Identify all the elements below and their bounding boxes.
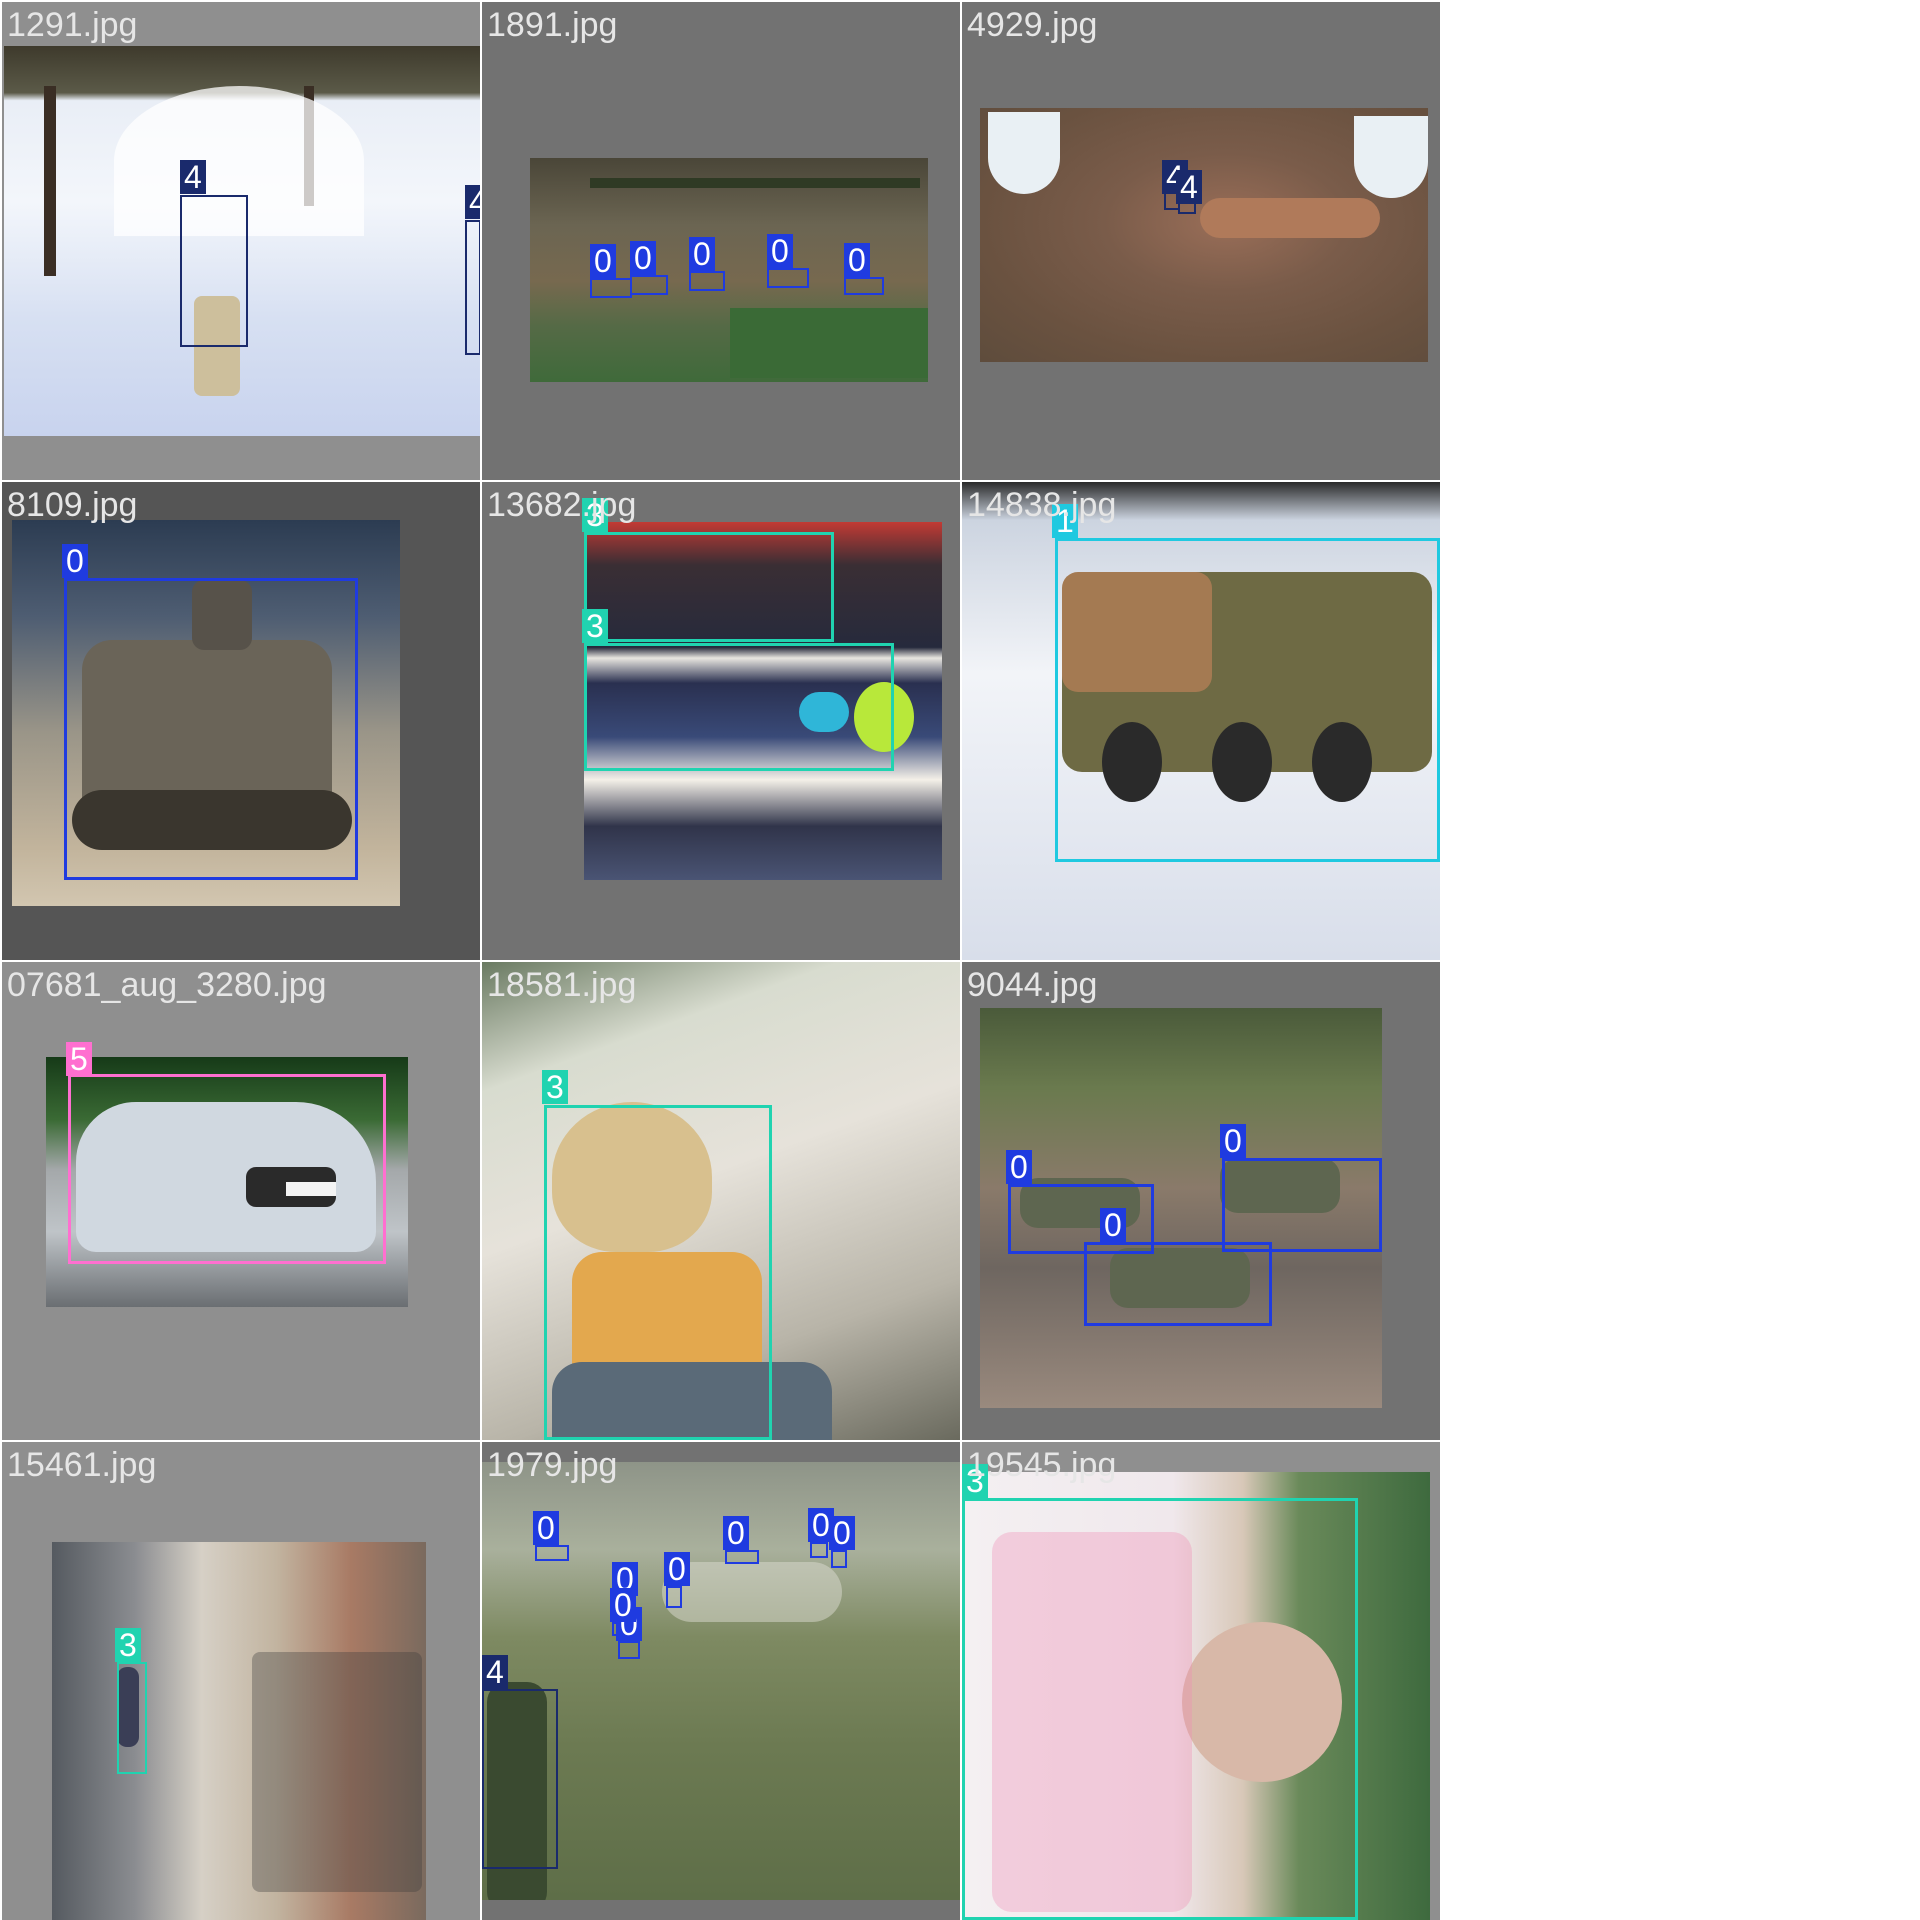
class-label: 0 <box>829 1516 855 1550</box>
mosaic-grid: 4 4 1291.jpg 0 0 0 0 0 1891.jpg 4 4 4929.jpg 0 8109.j… <box>0 0 1920 1920</box>
tile-filename: 1891.jpg <box>487 6 618 44</box>
bounding-box <box>1055 538 1440 862</box>
class-label: 3 <box>582 609 608 643</box>
class-label: 0 <box>533 1511 559 1545</box>
bounding-box <box>64 578 358 880</box>
image-shape <box>1354 116 1428 198</box>
mosaic-tile: 3 18581.jpg <box>482 962 960 1440</box>
bounding-box <box>831 1550 847 1568</box>
class-label: 3 <box>115 1628 141 1662</box>
bounding-box <box>725 1550 759 1564</box>
mosaic-tile: 3 3 13682.jpg <box>482 482 960 960</box>
bounding-box <box>180 195 248 347</box>
bounding-box <box>618 1641 640 1659</box>
tile-filename: 1291.jpg <box>7 6 138 44</box>
bounding-box <box>844 277 884 295</box>
tile-filename: 15461.jpg <box>7 1446 157 1484</box>
tile-image-aerial-emblems <box>980 108 1428 362</box>
class-label: 0 <box>1220 1124 1246 1158</box>
class-label: 0 <box>844 243 870 277</box>
tile-filename: 4929.jpg <box>967 6 1098 44</box>
bounding-box <box>666 1586 682 1608</box>
bounding-box <box>810 1542 828 1558</box>
bounding-box <box>465 220 480 355</box>
image-shape <box>590 178 920 188</box>
class-label: 0 <box>590 244 616 278</box>
mosaic-tile: 4 4 1291.jpg <box>2 2 480 480</box>
class-label: 3 <box>542 1070 568 1104</box>
class-label: 0 <box>767 234 793 268</box>
tile-filename: 9044.jpg <box>967 966 1098 1004</box>
class-label: 0 <box>689 237 715 271</box>
mosaic-tile: 5 07681_aug_3280.jpg <box>2 962 480 1440</box>
bounding-box <box>630 275 668 295</box>
class-label: 0 <box>62 544 88 578</box>
tile-filename: 07681_aug_3280.jpg <box>7 966 327 1004</box>
bounding-box <box>689 271 725 291</box>
class-label: 0 <box>1006 1150 1032 1184</box>
class-label: 4 <box>465 185 480 219</box>
bounding-box <box>68 1074 386 1264</box>
class-label: 0 <box>610 1588 636 1622</box>
class-label: 0 <box>630 241 656 275</box>
class-label: 0 <box>723 1516 749 1550</box>
mosaic-tile: 0 0 0 0 0 1891.jpg <box>482 2 960 480</box>
image-shape <box>1200 198 1380 238</box>
bounding-box <box>535 1545 569 1561</box>
image-shape <box>730 308 928 378</box>
class-label: 4 <box>180 160 206 194</box>
tile-filename: 14838.jpg <box>967 486 1117 524</box>
tile-filename: 1979.jpg <box>487 1446 618 1484</box>
mosaic-tile: 3 19545.jpg <box>962 1442 1440 1920</box>
bounding-box <box>584 643 894 771</box>
tile-image-alley-person <box>52 1542 426 1920</box>
mosaic-tile: 1 14838.jpg <box>962 482 1440 960</box>
bounding-box <box>482 1689 558 1869</box>
mosaic-tile: 4 4 4929.jpg <box>962 2 1440 480</box>
class-label: 0 <box>1100 1208 1126 1242</box>
image-shape <box>988 112 1060 194</box>
tile-filename: 13682.jpg <box>487 486 637 524</box>
class-label: 5 <box>66 1042 92 1076</box>
mosaic-tile: 0 0 0 9044.jpg <box>962 962 1440 1440</box>
class-label: 0 <box>664 1552 690 1586</box>
bounding-box <box>584 532 834 642</box>
bounding-box <box>1084 1242 1272 1326</box>
image-shape <box>252 1652 422 1892</box>
tile-filename: 19545.jpg <box>967 1446 1117 1484</box>
mosaic-tile: 3 15461.jpg <box>2 1442 480 1920</box>
mosaic-tile: 0 8109.jpg <box>2 482 480 960</box>
class-label: 4 <box>482 1655 508 1689</box>
bounding-box <box>1222 1158 1382 1252</box>
image-shape <box>44 86 56 276</box>
bounding-box <box>962 1498 1358 1920</box>
tile-filename: 8109.jpg <box>7 486 138 524</box>
bounding-box <box>767 268 809 288</box>
bounding-box <box>117 1662 147 1774</box>
mosaic-tile: 0 0 0 0 0 0 0 0 4 1979.jpg <box>482 1442 960 1920</box>
bounding-box <box>590 278 632 298</box>
tile-filename: 18581.jpg <box>487 966 637 1004</box>
bounding-box <box>544 1105 772 1440</box>
class-label: 4 <box>1176 170 1202 204</box>
